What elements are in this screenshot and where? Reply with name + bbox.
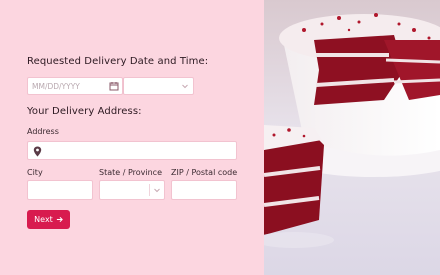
- delivery-date-heading: Requested Delivery Date and Time:: [27, 56, 209, 67]
- next-button[interactable]: Next: [27, 210, 70, 229]
- delivery-time-select[interactable]: [123, 77, 194, 95]
- state-select[interactable]: [99, 180, 165, 200]
- chevron-down-icon: [182, 84, 188, 89]
- select-divider: [149, 184, 150, 196]
- date-placeholder: MM/DD/YYYY: [32, 82, 80, 91]
- zip-label: ZIP / Postal code: [171, 168, 238, 177]
- calendar-icon[interactable]: [109, 81, 119, 91]
- form-panel: Requested Delivery Date and Time: MM/DD/…: [0, 0, 264, 275]
- delivery-address-heading: Your Delivery Address:: [27, 106, 142, 117]
- delivery-date-input[interactable]: MM/DD/YYYY: [27, 77, 123, 95]
- city-label: City: [27, 168, 43, 177]
- address-label: Address: [27, 127, 59, 136]
- state-label: State / Province: [99, 168, 162, 177]
- cake-illustration: [264, 0, 440, 275]
- map-pin-icon: [33, 146, 42, 157]
- next-button-label: Next: [34, 215, 53, 224]
- chevron-down-icon: [154, 188, 160, 193]
- zip-input[interactable]: [171, 180, 237, 200]
- arrow-right-icon: [56, 216, 63, 223]
- address-input[interactable]: [27, 141, 237, 160]
- city-input[interactable]: [27, 180, 93, 200]
- red-velvet-cake-photo: [264, 0, 440, 275]
